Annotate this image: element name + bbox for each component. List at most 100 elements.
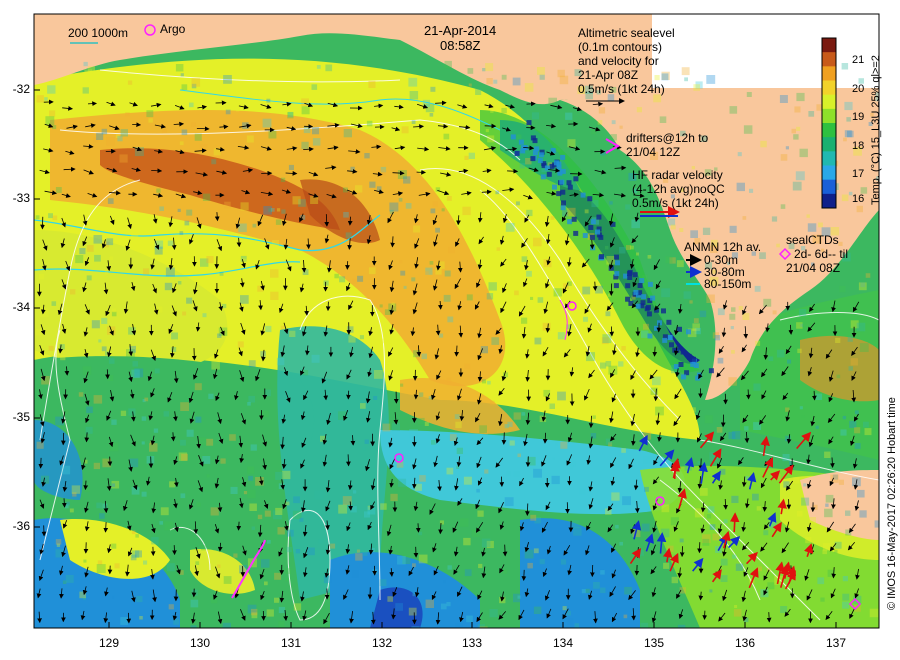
- sst-pixel: [285, 568, 292, 574]
- sst-pixel: [716, 427, 723, 433]
- altimetry-line: 21-Apr 08Z: [578, 68, 639, 82]
- colorbar-swatch: [822, 94, 836, 110]
- sst-pixel: [533, 382, 540, 390]
- sst-pixel: [489, 609, 498, 618]
- sst-pixel: [225, 109, 231, 115]
- sst-pixel: [35, 215, 40, 220]
- sst-pixel: [729, 313, 736, 320]
- sst-pixel: [690, 407, 696, 413]
- sst-pixel: [856, 322, 866, 332]
- sst-pixel: [683, 291, 692, 299]
- sst-pixel: [546, 171, 552, 177]
- sst-pixel: [600, 150, 606, 156]
- sst-pixel: [731, 350, 735, 354]
- sst-pixel: [52, 215, 58, 221]
- sst-pixel: [261, 559, 270, 568]
- sst-pixel: [194, 383, 202, 391]
- sst-pixel: [224, 201, 231, 209]
- sst-pixel: [815, 425, 819, 429]
- sst-pixel: [425, 599, 434, 608]
- sst-pixel: [640, 300, 646, 306]
- sst-pixel: [364, 153, 370, 159]
- sst-pixel: [767, 582, 775, 590]
- sst-pixel: [248, 395, 255, 403]
- sst-pixel: [418, 554, 428, 564]
- sst-pixel: [530, 514, 537, 521]
- x-tick-label: 132: [371, 636, 393, 650]
- sst-pixel: [517, 595, 521, 599]
- sst-pixel: [573, 176, 579, 182]
- colorbar-swatch: [822, 52, 836, 67]
- sst-pixel: [526, 270, 532, 277]
- sst-pixel: [48, 345, 54, 351]
- sst-pixel: [414, 483, 422, 491]
- sst-pixel: [665, 256, 673, 264]
- sst-pixel: [400, 383, 404, 387]
- sst-pixel: [476, 488, 480, 493]
- sst-pixel: [516, 201, 520, 206]
- sst-pixel: [543, 389, 551, 397]
- sst-pixel: [292, 196, 301, 205]
- sst-pixel: [820, 597, 825, 602]
- sst-pixel: [446, 196, 452, 201]
- sst-pixel: [517, 453, 521, 458]
- x-tick-label: 137: [825, 636, 847, 650]
- y-tick-label: -35: [12, 410, 30, 424]
- sst-pixel: [610, 134, 617, 141]
- sst-pixel: [419, 475, 426, 482]
- sst-pixel: [398, 478, 407, 487]
- sst-pixel: [782, 454, 790, 462]
- sst-pixel: [567, 207, 576, 217]
- sst-pixel: [96, 132, 104, 140]
- sst-pixel: [621, 346, 626, 351]
- sst-pixel: [548, 97, 557, 107]
- sst-pixel: [184, 220, 190, 226]
- hf-radar-arrow: [729, 512, 740, 533]
- sst-pixel: [323, 575, 332, 584]
- sst-pixel: [39, 308, 49, 318]
- sst-pixel: [443, 580, 447, 584]
- sst-pixel: [435, 268, 442, 275]
- sst-pixel: [654, 325, 659, 331]
- sst-pixel: [693, 84, 700, 91]
- sst-pixel: [351, 570, 359, 579]
- sst-pixel: [659, 116, 667, 123]
- sst-pixel: [793, 134, 799, 140]
- sst-pixel: [418, 531, 423, 536]
- sst-pixel: [422, 99, 430, 107]
- sst-pixel: [301, 98, 309, 107]
- sst-pixel: [840, 429, 847, 436]
- sst-pixel: [776, 243, 780, 248]
- sst-pixel: [41, 475, 49, 484]
- sst-pixel: [488, 167, 498, 176]
- sst-pixel: [677, 326, 682, 332]
- x-tick-label: 135: [643, 636, 665, 650]
- sst-pixel: [671, 576, 678, 584]
- sst-pixel: [693, 318, 699, 324]
- sst-pixel: [159, 521, 163, 525]
- sst-pixel: [643, 455, 653, 465]
- sst-pixel: [131, 530, 136, 535]
- velocity-arrow: [698, 458, 704, 471]
- colorbar-swatch: [822, 38, 836, 53]
- sst-pixel: [398, 198, 403, 202]
- sst-pixel: [364, 439, 369, 444]
- sst-pixel: [409, 91, 419, 100]
- sst-pixel: [552, 184, 557, 190]
- sst-pixel: [446, 182, 453, 189]
- sst-pixel: [222, 622, 231, 628]
- velocity-arrow: [521, 569, 527, 581]
- colorbar-swatch: [822, 80, 836, 96]
- sst-pixel: [153, 428, 159, 433]
- sst-pixel: [585, 588, 590, 593]
- sst-pixel: [429, 261, 434, 265]
- sst-pixel: [343, 212, 349, 218]
- sst-pixel: [600, 587, 606, 593]
- sst-pixel: [623, 614, 628, 619]
- sst-pixel: [496, 247, 501, 251]
- sst-pixel: [580, 192, 586, 198]
- sst-pixel: [530, 296, 534, 300]
- sst-pixel: [271, 240, 279, 248]
- sst-pixel: [384, 309, 391, 315]
- sst-pixel: [717, 357, 724, 364]
